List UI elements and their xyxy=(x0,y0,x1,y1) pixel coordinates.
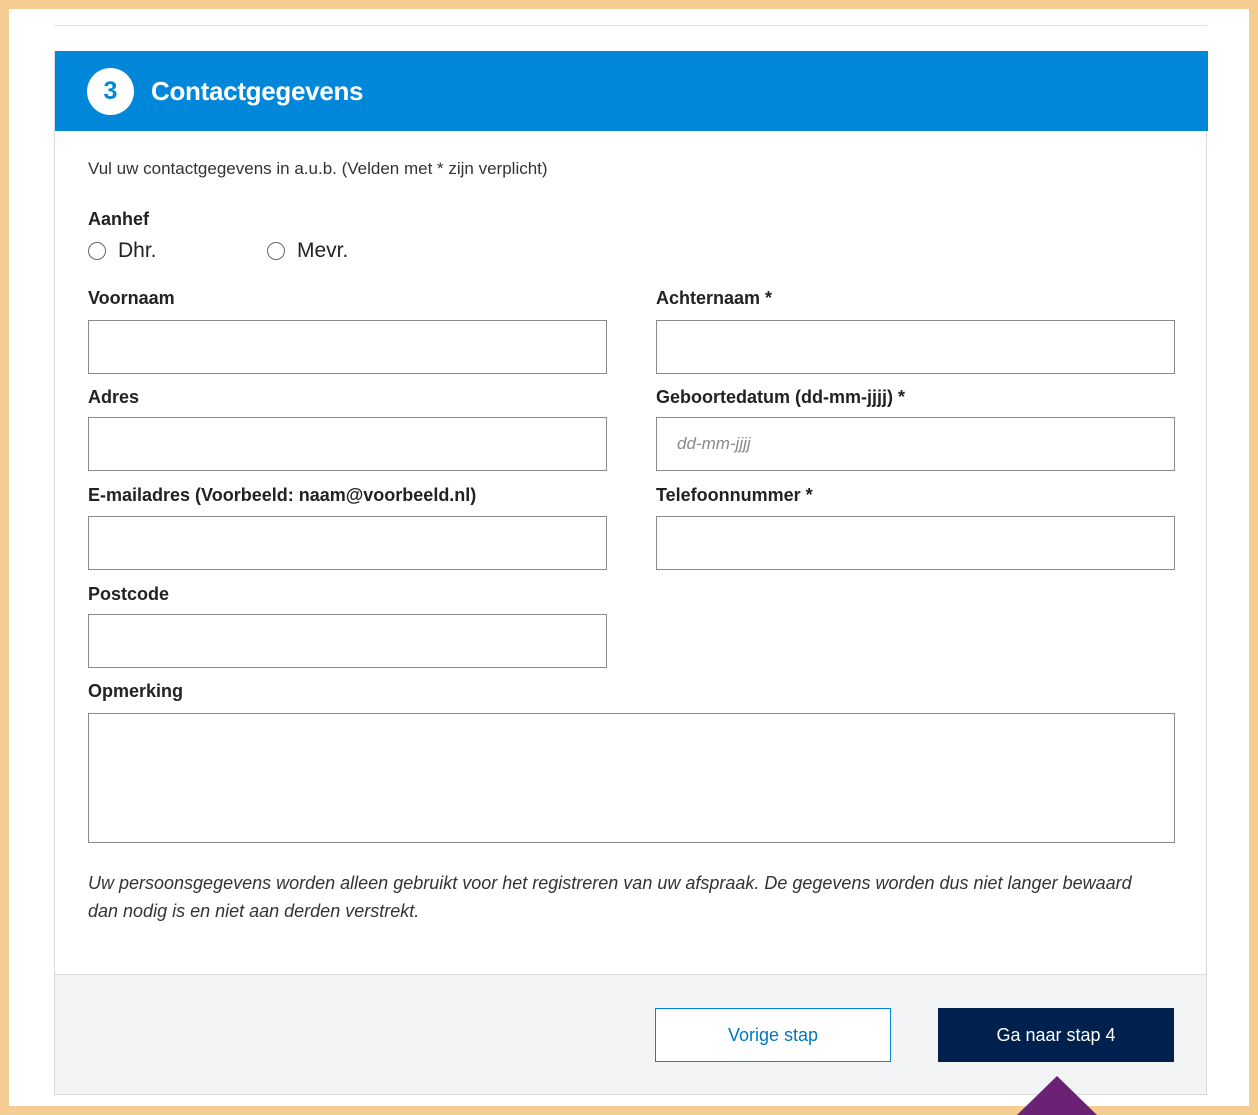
contact-form-card: 3 Contactgegevens Vul uw contactgegevens… xyxy=(54,51,1208,1095)
previous-step-button[interactable]: Vorige stap xyxy=(655,1008,891,1062)
section-title: Contactgegevens xyxy=(151,75,364,106)
pointer-arrow-icon xyxy=(1017,1076,1097,1115)
radio-dhr[interactable] xyxy=(88,242,106,260)
radio-mevr[interactable] xyxy=(267,242,285,260)
lastname-input[interactable] xyxy=(656,320,1175,374)
radio-dhr-label: Dhr. xyxy=(118,239,157,262)
lastname-label: Achternaam * xyxy=(656,288,773,308)
firstname-label: Voornaam xyxy=(88,288,175,308)
step-number-badge: 3 xyxy=(87,67,134,115)
remark-label: Opmerking xyxy=(88,681,184,701)
email-label: E-mailadres (Voorbeeld: naam@voorbeeld.n… xyxy=(88,485,477,505)
salutation-option-mevr[interactable]: Mevr. xyxy=(267,239,348,263)
next-step-button[interactable]: Ga naar stap 4 xyxy=(938,1008,1174,1062)
phone-label: Telefoonnummer * xyxy=(656,485,813,505)
postcode-label: Postcode xyxy=(88,584,170,604)
phone-input[interactable] xyxy=(656,516,1175,570)
address-input[interactable] xyxy=(88,417,607,471)
birthdate-input[interactable] xyxy=(656,417,1175,471)
top-divider xyxy=(54,25,1207,26)
address-label: Adres xyxy=(88,387,140,407)
email-input[interactable] xyxy=(88,516,607,570)
salutation-label: Aanhef xyxy=(88,209,150,229)
privacy-note: Uw persoonsgegevens worden alleen gebrui… xyxy=(88,873,1132,921)
radio-mevr-label: Mevr. xyxy=(297,239,349,262)
section-header: 3 Contactgegevens xyxy=(55,51,1208,131)
remark-textarea[interactable] xyxy=(88,713,1175,843)
salutation-option-dhr[interactable]: Dhr. xyxy=(88,239,157,263)
firstname-input[interactable] xyxy=(88,320,607,374)
birthdate-label: Geboortedatum (dd-mm-jjjj) * xyxy=(656,387,905,407)
postcode-input[interactable] xyxy=(88,614,607,668)
form-intro-text: Vul uw contactgegevens in a.u.b. (Velden… xyxy=(88,159,548,178)
